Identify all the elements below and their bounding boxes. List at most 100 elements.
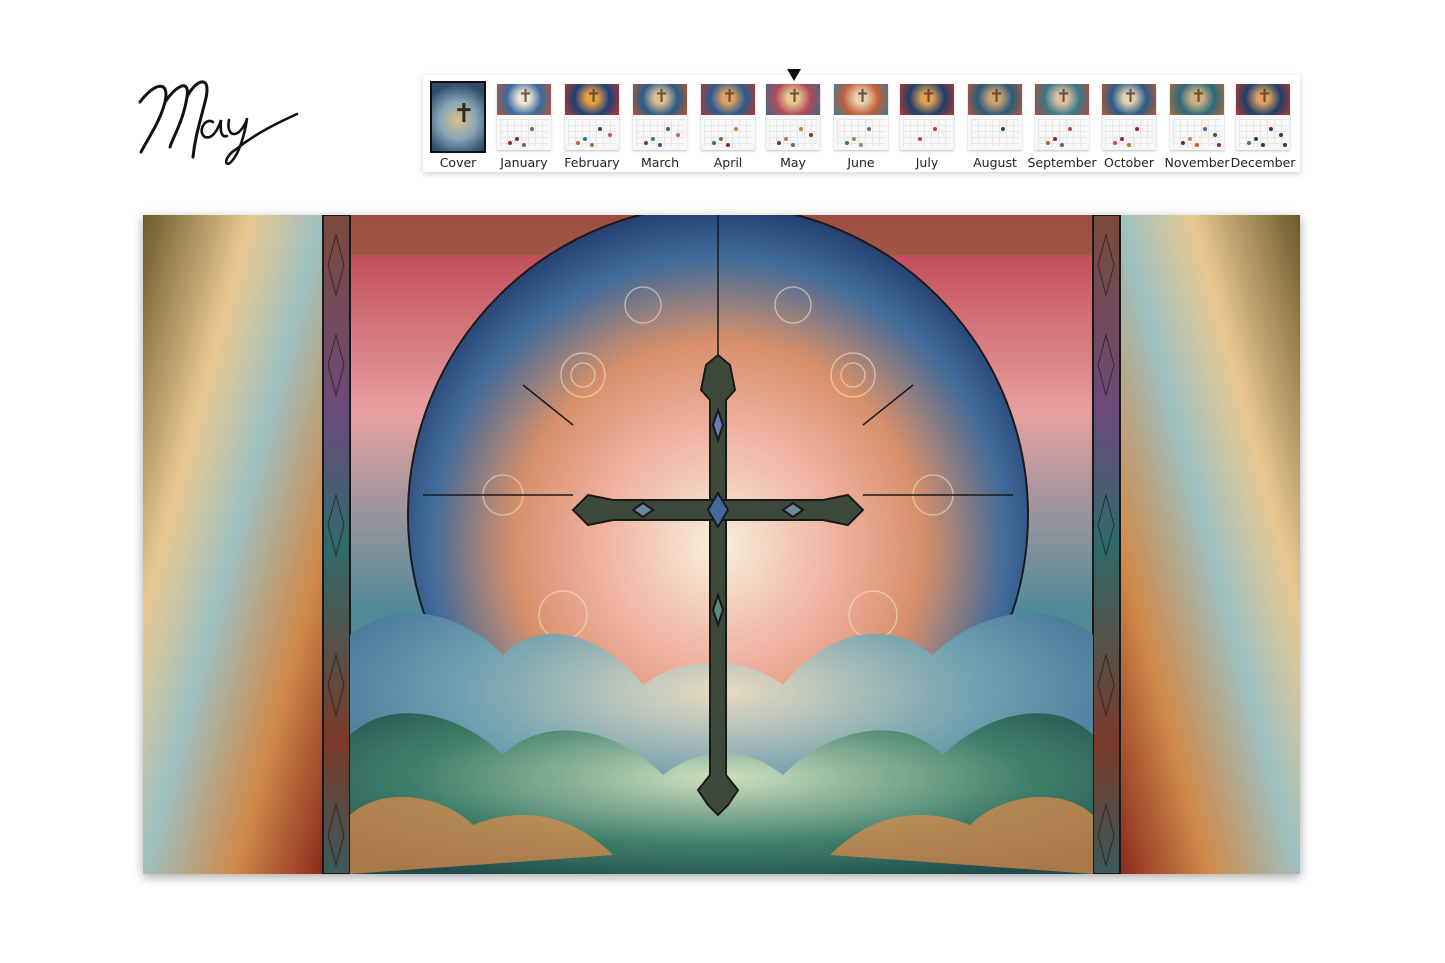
event-dot [1195,143,1199,147]
thumbnail-strip: ✝ Cover ✝ January ✝ February ✝ March ✝ April ✝ May ✝… [423,75,1300,172]
event-dot [809,133,813,137]
thumbnail-art: ✝ [432,83,484,151]
month-thumbnail-image: ✝ [900,84,954,150]
event-dot [1113,141,1117,145]
event-dot [1217,143,1221,147]
event-dot [1068,127,1072,131]
cross-icon: ✝ [1257,86,1273,107]
event-dot [918,137,922,141]
event-dot [777,141,781,145]
thumbnail-december[interactable]: ✝ December [1229,75,1297,172]
cross-icon: ✝ [722,86,738,107]
thumbnail-art: ✝ [1035,84,1089,115]
event-dot [590,143,594,147]
thumbnail-art: ✝ [633,84,687,115]
event-dot [852,137,856,141]
event-dot [1188,137,1192,141]
right-pillar [1092,215,1121,874]
event-dot [1247,141,1251,145]
event-dot [1203,127,1207,131]
event-dot [1046,141,1050,145]
event-dot [651,137,655,141]
event-dot [799,127,803,131]
event-dot [608,133,612,137]
event-dot [598,127,602,131]
month-thumbnail-image: ✝ [834,84,888,150]
cross-icon: ✝ [787,86,803,107]
event-dot [1127,143,1131,147]
calendar-grid [971,119,1019,147]
event-dot [1269,127,1273,131]
thumbnail-art: ✝ [701,84,755,115]
event-dot [1254,137,1258,141]
event-dot [859,143,863,147]
event-dot [530,127,534,131]
event-dot [719,137,723,141]
cover-thumbnail-image: ✝ [430,81,486,153]
calendar-grid [903,119,951,147]
month-thumbnail-image: ✝ [633,84,687,150]
event-dot [1060,143,1064,147]
month-thumbnail-image: ✝ [766,84,820,150]
month-thumbnail-image: ✝ [565,84,619,150]
thumbnail-art: ✝ [834,84,888,115]
thumbnail-art: ✝ [497,84,551,115]
cross-icon: ✝ [586,86,602,107]
calendar-artwork [143,215,1300,874]
event-dot [791,143,795,147]
thumbnail-art: ✝ [1102,84,1156,115]
month-thumbnail-image: ✝ [1236,84,1290,150]
event-dot [1279,133,1283,137]
thumbnail-art: ✝ [766,84,820,115]
event-dot [666,127,670,131]
event-dot [522,143,526,147]
event-dot [676,133,680,137]
cross-icon: ✝ [1123,86,1139,107]
event-dot [658,143,662,147]
event-dot [867,127,871,131]
thumbnail-art: ✝ [1236,84,1290,115]
event-dot [576,141,580,145]
event-dot [784,137,788,141]
month-thumbnail-image: ✝ [1035,84,1089,150]
right-panel [1120,215,1300,874]
thumbnail-label: December [1230,155,1296,170]
event-dot [1120,137,1124,141]
event-dot [508,141,512,145]
month-thumbnail-image: ✝ [1102,84,1156,150]
left-panel [143,215,323,874]
event-dot [1213,133,1217,137]
event-dot [1135,127,1139,131]
cross-icon: ✝ [1056,86,1072,107]
event-dot [1261,143,1265,147]
cross-icon: ✝ [921,86,937,107]
event-dot [726,143,730,147]
month-thumbnail-image: ✝ [701,84,755,150]
selected-month-marker-icon [787,69,801,81]
cross-icon: ✝ [654,86,670,107]
event-dot [845,141,849,145]
event-dot [644,141,648,145]
event-dot [712,141,716,145]
event-dot [515,137,519,141]
month-thumbnail-image: ✝ [968,84,1022,150]
month-title-script [138,80,299,166]
month-thumbnail-image: ✝ [497,84,551,150]
thumbnail-art: ✝ [900,84,954,115]
event-dot [933,127,937,131]
cross-icon: ✝ [518,86,534,107]
cross-icon: ✝ [1191,86,1207,107]
event-dot [1283,143,1287,147]
thumbnail-art: ✝ [565,84,619,115]
thumbnail-art: ✝ [968,84,1022,115]
month-thumbnail-image: ✝ [1170,84,1224,150]
event-dot [1001,127,1005,131]
cross-icon: ✝ [453,99,475,129]
cross-icon: ✝ [855,86,871,107]
artwork-image [143,215,1300,874]
month-title: May [135,62,305,172]
cross-icon: ✝ [989,86,1005,107]
thumbnail-art: ✝ [1170,84,1224,115]
event-dot [734,127,738,131]
left-pillar [322,215,351,874]
